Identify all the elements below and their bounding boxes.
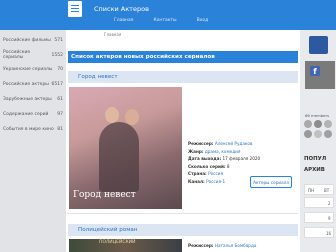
- main-content: Главная Список актеров новых российских …: [66, 30, 300, 252]
- avatar[interactable]: [324, 120, 332, 128]
- main-nav: Главная Контакты Вход: [114, 18, 208, 23]
- nav-home[interactable]: Главная: [114, 18, 133, 23]
- document-icon[interactable]: [68, 1, 82, 17]
- calendar-day: ВТ: [324, 188, 330, 193]
- top-bar: Списки Актеров Главная Контакты Вход: [0, 0, 336, 30]
- category-item[interactable]: События в мире кино 81: [0, 122, 66, 137]
- category-item[interactable]: Зарубежные актеры 61: [0, 92, 66, 107]
- calendar-day: ПН: [308, 188, 315, 193]
- cast-button[interactable]: Актеры сериала: [250, 176, 292, 188]
- country-link[interactable]: Россия: [208, 171, 223, 176]
- category-item[interactable]: Российские сериалы 1552: [0, 48, 66, 63]
- channel-link[interactable]: Россия-1: [206, 179, 225, 184]
- avatar[interactable]: [304, 130, 312, 138]
- popular-heading: ПОПУЛ: [304, 156, 327, 162]
- category-item[interactable]: Украинские сериалы 70: [0, 63, 66, 78]
- archive-heading: АРХИВ: [304, 167, 325, 173]
- category-sidebar: Российские фильмы 571 Российские сериалы 1…: [0, 30, 66, 252]
- poster-title: Город невест: [73, 190, 136, 200]
- category-item[interactable]: Российские актеры 6517: [0, 77, 66, 92]
- site-title[interactable]: Списки Актеров: [94, 5, 149, 13]
- right-sidebar: f 66 members ПОПУЛ АРХИВ ПН ВТ 2 9 16: [300, 30, 336, 252]
- category-item[interactable]: Содержание серий 97: [0, 107, 66, 122]
- genre-link[interactable]: драма, комедия: [205, 149, 240, 154]
- calendar-date[interactable]: 2: [328, 201, 331, 206]
- director-link[interactable]: Алексей Рудаков: [215, 141, 253, 146]
- group-cover-image[interactable]: f: [305, 61, 335, 89]
- calendar-date[interactable]: 9: [328, 216, 331, 221]
- series-title[interactable]: Полицейский роман: [68, 224, 298, 236]
- series-title[interactable]: Город невест: [68, 71, 298, 83]
- breadcrumb[interactable]: Главная: [104, 32, 121, 37]
- members-count: 66 members: [305, 113, 330, 118]
- avatar[interactable]: [314, 120, 322, 128]
- nav-login[interactable]: Вход: [197, 18, 209, 23]
- divider: [68, 213, 298, 214]
- poster-title: ПОЛИЦЕЙСКИЙ: [99, 240, 136, 245]
- avatar[interactable]: [304, 120, 312, 128]
- category-item[interactable]: Российские фильмы 571: [0, 33, 66, 48]
- series-info: Режиссер: Наталья Бомбарда: [188, 243, 257, 248]
- calendar-date[interactable]: 16: [326, 231, 331, 236]
- series-poster[interactable]: Город невест: [69, 87, 182, 209]
- nav-contacts[interactable]: Контакты: [153, 18, 176, 23]
- director-link[interactable]: Наталья Бомбарда: [215, 243, 257, 248]
- avatar[interactable]: [324, 130, 332, 138]
- facebook-icon[interactable]: f: [310, 66, 320, 76]
- series-poster[interactable]: ПОЛИЦЕЙСКИЙ: [69, 239, 182, 252]
- page-heading: Список актеров новых российских сериалов: [68, 51, 298, 63]
- vk-widget-icon[interactable]: [309, 36, 328, 54]
- avatar[interactable]: [314, 130, 322, 138]
